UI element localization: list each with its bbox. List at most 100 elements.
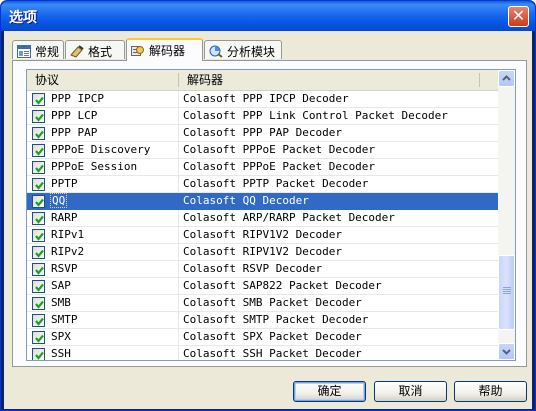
decoder-cell: Colasoft QQ Decoder (183, 194, 309, 207)
protocol-cell: PPTP (51, 177, 78, 190)
dialog-title: 选项 (9, 10, 37, 26)
row-checkbox[interactable] (32, 144, 45, 157)
cancel-button[interactable]: 取消 (374, 381, 447, 402)
protocol-cell: PPP LCP (51, 109, 98, 122)
decoder-cell: Colasoft PPPoE Packet Decoder (183, 160, 376, 173)
decoder-tab-panel: 协议 解码器 PPP IPCP Colasoft PPP IPCP Decoder… (12, 60, 527, 367)
protocol-cell: RSVP (51, 262, 78, 275)
decoder-cell: Colasoft SPX Packet Decoder (183, 330, 362, 343)
row-checkbox[interactable] (32, 161, 45, 174)
row-checkbox[interactable] (32, 297, 45, 310)
row-checkbox[interactable] (32, 178, 45, 191)
table-row[interactable]: RARP Colasoft ARP/RARP Packet Decoder (27, 210, 499, 227)
table-row[interactable]: RIPv1 Colasoft RIPV1V2 Decoder (27, 227, 499, 244)
row-checkbox[interactable] (32, 195, 45, 208)
tab-format-label: 格式 (88, 45, 113, 59)
table-row[interactable]: SMB Colasoft SMB Packet Decoder (27, 295, 499, 312)
protocol-cell: SMTP (51, 313, 78, 326)
checkmark-icon (35, 266, 44, 275)
checkmark-icon (35, 334, 44, 343)
decoder-cell: Colasoft SSH Packet Decoder (183, 347, 362, 360)
vertical-scrollbar[interactable] (498, 70, 515, 360)
decoder-cell: Colasoft RSVP Decoder (183, 262, 323, 275)
checkmark-icon (35, 181, 44, 190)
list-rows: PPP IPCP Colasoft PPP IPCP Decoder PPP LCP… (27, 91, 499, 360)
close-button[interactable]: ✕ (508, 6, 529, 27)
dialog-client-area: 常规 格式 解码器 分析模块 协议 解码器 PPP IPCP Colasoft … (4, 31, 532, 409)
title-bar[interactable]: 选项 ✕ (1, 1, 535, 31)
decoder-cell: Colasoft PPP Link Control Packet Decoder (183, 109, 448, 122)
table-row[interactable]: RSVP Colasoft RSVP Decoder (27, 261, 499, 278)
table-row[interactable]: PPPoE Discovery Colasoft PPPoE Packet Dec… (27, 142, 499, 159)
decoder-cell: Colasoft PPTP Packet Decoder (183, 177, 369, 190)
protocol-cell: RIPv2 (51, 245, 85, 258)
row-checkbox[interactable] (32, 246, 45, 259)
table-row[interactable]: QQ Colasoft QQ Decoder (27, 193, 499, 210)
table-row[interactable]: SSH Colasoft SSH Packet Decoder (27, 346, 499, 360)
table-row[interactable]: PPPoE Session Colasoft PPPoE Packet Decod… (27, 159, 499, 176)
checkmark-icon (35, 130, 44, 139)
column-header-decoder[interactable]: 解码器 (179, 70, 479, 90)
list-header: 协议 解码器 (27, 70, 499, 91)
checkmark-icon (35, 96, 44, 105)
general-icon (17, 45, 31, 58)
help-button[interactable]: 帮助 (454, 381, 527, 402)
checkmark-icon (35, 164, 44, 173)
row-checkbox[interactable] (32, 229, 45, 242)
table-row[interactable]: RIPv2 Colasoft RIPV1V2 Decoder (27, 244, 499, 261)
chevron-up-icon (502, 75, 511, 81)
format-icon (70, 45, 84, 58)
tab-general-label: 常规 (35, 45, 60, 59)
table-row[interactable]: SAP Colasoft SAP822 Packet Decoder (27, 278, 499, 295)
decoder-cell: Colasoft SMB Packet Decoder (183, 296, 362, 309)
tab-decoder-label: 解码器 (149, 44, 186, 58)
column-divider[interactable] (479, 73, 480, 87)
protocol-cell: SPX (51, 330, 71, 343)
table-row[interactable]: PPP PAP Colasoft PPP PAP Decoder (27, 125, 499, 142)
checkmark-icon (35, 198, 44, 207)
scroll-thumb[interactable] (498, 255, 515, 330)
row-checkbox[interactable] (32, 348, 45, 360)
protocol-cell: PPPoE Discovery (51, 143, 151, 156)
analysis-module-icon (209, 45, 223, 58)
protocol-cell: RIPv1 (51, 228, 85, 241)
tab-decoder[interactable]: 解码器 (126, 38, 203, 61)
row-checkbox[interactable] (32, 314, 45, 327)
row-checkbox[interactable] (32, 331, 45, 344)
row-checkbox[interactable] (32, 263, 45, 276)
row-checkbox[interactable] (32, 110, 45, 123)
table-row[interactable]: SMTP Colasoft SMTP Packet Decoder (27, 312, 499, 329)
row-checkbox[interactable] (32, 127, 45, 140)
protocol-cell: SMB (51, 296, 71, 309)
decoder-cell: Colasoft PPP PAP Decoder (183, 126, 342, 139)
protocol-cell: PPPoE Session (51, 160, 138, 173)
table-row[interactable]: PPP LCP Colasoft PPP Link Control Packet … (27, 108, 499, 125)
scroll-down-button[interactable] (498, 343, 515, 360)
protocol-cell: SSH (51, 347, 71, 360)
decoder-cell: Colasoft SMTP Packet Decoder (183, 313, 369, 326)
decoder-cell: Colasoft RIPV1V2 Decoder (183, 228, 342, 241)
checkmark-icon (35, 317, 44, 326)
scroll-up-button[interactable] (498, 70, 515, 87)
decoder-list[interactable]: 协议 解码器 PPP IPCP Colasoft PPP IPCP Decoder… (26, 69, 516, 361)
decoder-cell: Colasoft PPPoE Packet Decoder (183, 143, 376, 156)
checkmark-icon (35, 215, 44, 224)
decoder-icon (131, 44, 145, 57)
row-checkbox[interactable] (32, 93, 45, 106)
ok-button[interactable]: 确定 (293, 381, 366, 402)
column-header-protocol[interactable]: 协议 (27, 70, 179, 90)
tab-analysis-module-label: 分析模块 (227, 45, 276, 59)
row-checkbox[interactable] (32, 212, 45, 225)
close-icon: ✕ (511, 6, 526, 25)
table-row[interactable]: PPP IPCP Colasoft PPP IPCP Decoder (27, 91, 499, 108)
protocol-cell: QQ (50, 193, 68, 208)
checkmark-icon (35, 147, 44, 156)
tab-format[interactable]: 格式 (65, 40, 125, 59)
table-row[interactable]: SPX Colasoft SPX Packet Decoder (27, 329, 499, 346)
checkmark-icon (35, 113, 44, 122)
row-checkbox[interactable] (32, 280, 45, 293)
tab-general[interactable]: 常规 (12, 40, 64, 59)
tab-analysis-module[interactable]: 分析模块 (204, 40, 282, 59)
table-row[interactable]: PPTP Colasoft PPTP Packet Decoder (27, 176, 499, 193)
checkmark-icon (35, 300, 44, 309)
